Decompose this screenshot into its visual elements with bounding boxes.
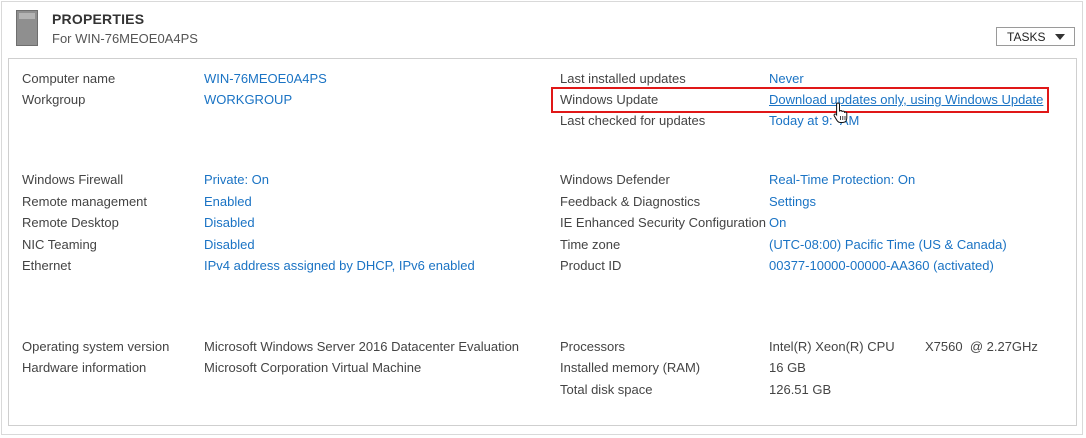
- tasks-label: TASKS: [1007, 30, 1046, 44]
- feedback-diagnostics-label: Feedback & Diagnostics: [560, 194, 701, 209]
- nic-teaming-link[interactable]: Disabled: [204, 237, 255, 252]
- ethernet-link[interactable]: IPv4 address assigned by DHCP, IPv6 enab…: [204, 258, 475, 273]
- os-version-label: Operating system version: [22, 339, 170, 354]
- time-zone-label: Time zone: [560, 237, 621, 252]
- page-title: PROPERTIES: [52, 11, 145, 27]
- time-zone-link[interactable]: (UTC-08:00) Pacific Time (US & Canada): [769, 237, 1007, 252]
- hand-cursor-icon: [833, 102, 848, 123]
- workgroup-link[interactable]: WORKGROUP: [204, 92, 292, 107]
- remote-desktop-link[interactable]: Disabled: [204, 215, 255, 230]
- ie-esc-label: IE Enhanced Security Configuration: [560, 215, 766, 230]
- workgroup-label: Workgroup: [22, 92, 86, 107]
- installed-memory-value: 16 GB: [769, 360, 806, 375]
- last-installed-label: Last installed updates: [560, 71, 686, 86]
- processors-speed-value: X7560 @ 2.27GHz: [925, 339, 1038, 354]
- chevron-down-icon: [1055, 34, 1065, 40]
- processors-value: Intel(R) Xeon(R) CPU: [769, 339, 895, 354]
- properties-header: PROPERTIES For WIN-76MEOE0A4PS TASKS: [0, 0, 1086, 55]
- computer-name-label: Computer name: [22, 71, 116, 86]
- firewall-link[interactable]: Private: On: [204, 172, 269, 187]
- windows-defender-link[interactable]: Real-Time Protection: On: [769, 172, 915, 187]
- hardware-info-value: Microsoft Corporation Virtual Machine: [204, 360, 422, 375]
- remote-desktop-label: Remote Desktop: [22, 215, 119, 230]
- firewall-label: Windows Firewall: [22, 172, 124, 187]
- ethernet-label: Ethernet: [22, 258, 72, 273]
- last-installed-link[interactable]: Never: [769, 71, 804, 86]
- remote-management-link[interactable]: Enabled: [204, 194, 252, 209]
- disk-space-value: 126.51 GB: [769, 382, 832, 397]
- os-version-value: Microsoft Windows Server 2016 Datacenter…: [204, 339, 520, 354]
- nic-teaming-label: NIC Teaming: [22, 237, 97, 252]
- hardware-info-label: Hardware information: [22, 360, 147, 375]
- disk-space-label: Total disk space: [560, 382, 653, 397]
- remote-management-label: Remote management: [22, 194, 148, 209]
- computer-name-link[interactable]: WIN-76MEOE0A4PS: [204, 71, 327, 86]
- highlight-box: [551, 87, 1049, 113]
- server-icon: [16, 10, 38, 46]
- installed-memory-label: Installed memory (RAM): [560, 360, 701, 375]
- last-checked-label: Last checked for updates: [560, 113, 706, 128]
- product-id-label: Product ID: [560, 258, 622, 273]
- windows-defender-label: Windows Defender: [560, 172, 670, 187]
- feedback-diagnostics-link[interactable]: Settings: [769, 194, 816, 209]
- tasks-button[interactable]: TASKS: [996, 27, 1075, 46]
- ie-esc-link[interactable]: On: [769, 215, 786, 230]
- page-subtitle: For WIN-76MEOE0A4PS: [52, 31, 198, 46]
- product-id-link[interactable]: 00377-10000-00000-AA360 (activated): [769, 258, 994, 273]
- processors-label: Processors: [560, 339, 626, 354]
